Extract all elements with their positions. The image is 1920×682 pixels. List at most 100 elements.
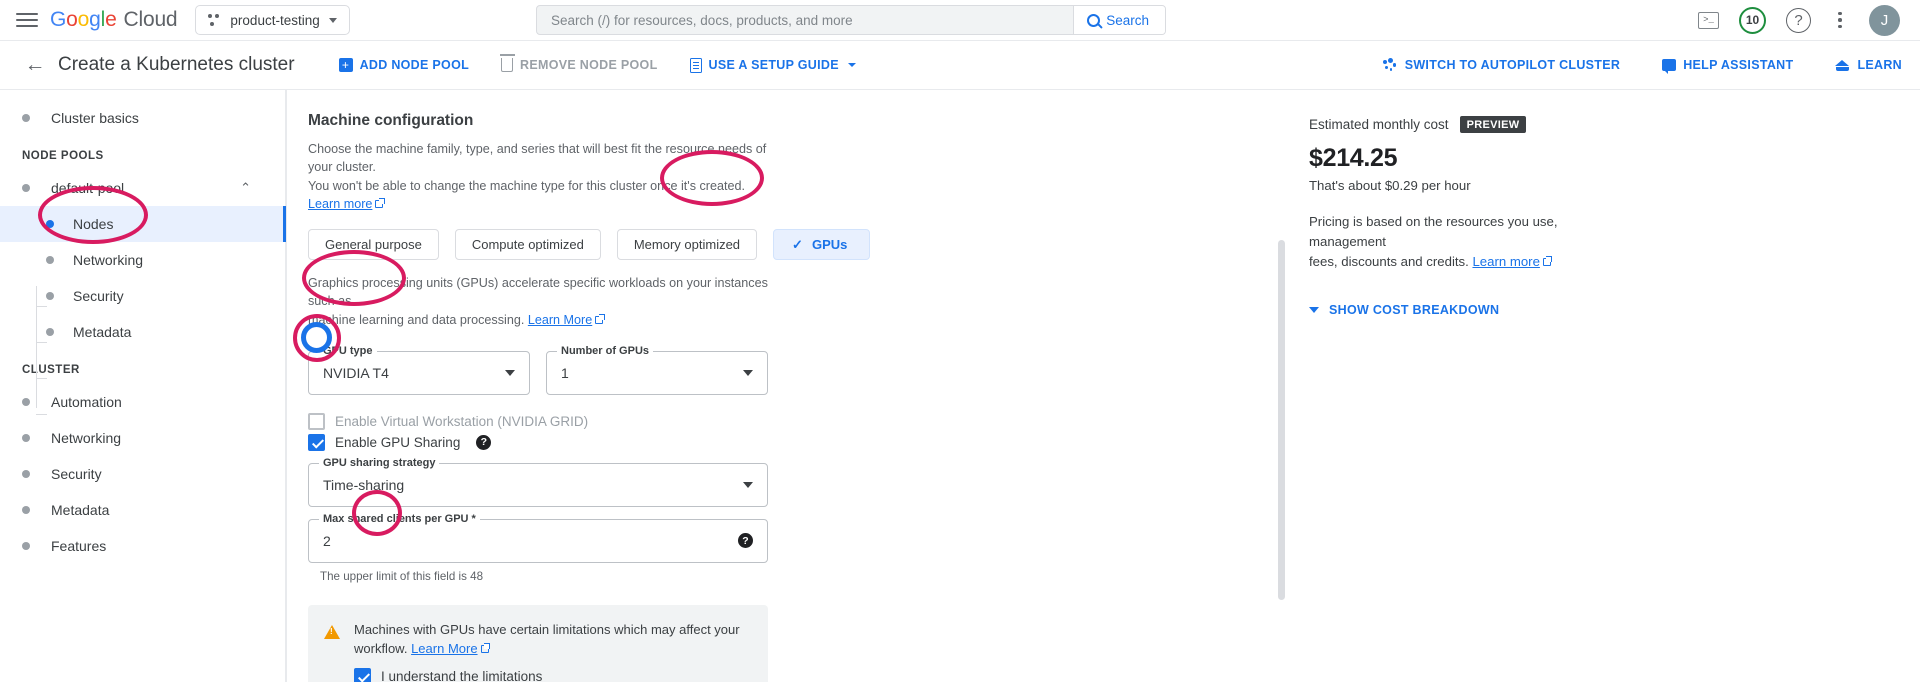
sidebar-item-cluster-security[interactable]: Security [0, 456, 285, 492]
logo-letter-g: G [50, 8, 67, 31]
learn-button[interactable]: LEARN [1835, 58, 1902, 72]
sidebar-item-label: Networking [51, 430, 122, 446]
sidebar-item-automation[interactable]: Automation [0, 384, 285, 420]
number-of-gpus-select[interactable]: Number of GPUs 1 [546, 344, 768, 395]
gpu-sharing-strategy-select[interactable]: GPU sharing strategy Time-sharing [308, 456, 768, 507]
chevron-up-icon[interactable]: ⌃ [240, 180, 251, 196]
use-setup-guide-button[interactable]: USE A SETUP GUIDE [689, 57, 856, 73]
help-icon[interactable]: ? [1786, 7, 1811, 33]
tab-general-purpose[interactable]: General purpose [308, 229, 439, 260]
tab-gpus[interactable]: ✓ GPUs [773, 229, 871, 260]
sidebar-item-cluster-metadata[interactable]: Metadata [0, 492, 285, 528]
sidebar-item-pool-security[interactable]: Security [0, 278, 285, 314]
max-shared-clients-help-icon[interactable]: ? [738, 533, 753, 549]
learn-label: LEARN [1857, 58, 1902, 72]
sidebar-item-pool-metadata[interactable]: Metadata [0, 314, 285, 350]
chevron-down-icon [847, 63, 856, 67]
step-dot-icon [22, 114, 30, 122]
machine-learn-more-link[interactable]: Learn more [308, 197, 372, 211]
sidebar-item-pool-networking[interactable]: Networking [0, 242, 285, 278]
panel-divider [286, 90, 287, 682]
sidebar-item-features[interactable]: Features [0, 528, 285, 564]
search-icon [1087, 13, 1101, 27]
gpu-type-select[interactable]: GPU type NVIDIA T4 [308, 344, 530, 395]
switch-to-autopilot-button[interactable]: SWITCH TO AUTOPILOT CLUSTER [1382, 58, 1621, 72]
sidebar-item-cluster-basics[interactable]: Cluster basics [0, 100, 285, 136]
max-shared-clients-input[interactable]: Max shared clients per GPU * 2 ? [308, 512, 768, 563]
search-bar[interactable]: Search [536, 5, 1166, 35]
warning-learn-more-link[interactable]: Learn More [411, 641, 477, 656]
page-body: Cluster basics NODE POOLS default-pool ⌃… [0, 90, 1920, 682]
machine-family-tabs: General purpose Compute optimized Memory… [308, 229, 1290, 260]
notifications-badge[interactable]: 10 [1739, 6, 1766, 34]
gpu-learn-more-link[interactable]: Learn More [528, 313, 592, 327]
warning-text: Machines with GPUs have certain limitati… [354, 621, 740, 659]
pricing-note-line-2: fees, discounts and credits. [1309, 253, 1473, 269]
understand-limitations-checkbox[interactable] [354, 668, 371, 682]
max-shared-clients-helper-text: The upper limit of this field is 48 [320, 569, 484, 583]
step-dot-icon [46, 292, 54, 300]
max-shared-clients-value: 2 [323, 532, 331, 549]
tab-compute-optimized[interactable]: Compute optimized [454, 229, 601, 260]
gpu-type-value: NVIDIA T4 [323, 364, 389, 381]
document-icon [689, 57, 702, 73]
gpu-field-row: GPU type NVIDIA T4 Number of GPUs 1 [308, 344, 1290, 395]
check-icon: ✓ [792, 236, 803, 252]
back-button[interactable]: ← [18, 48, 52, 82]
search-input[interactable] [537, 6, 1074, 34]
sidebar-item-label: Features [51, 538, 107, 554]
graduation-cap-icon [1835, 59, 1850, 71]
external-link-icon [480, 643, 491, 653]
navigation-menu-icon[interactable] [14, 7, 40, 33]
logo-letter-g2: g [89, 8, 101, 31]
understand-limitations-row[interactable]: I understand the limitations [354, 668, 740, 682]
external-link-icon [595, 314, 605, 324]
virtual-workstation-row[interactable]: Enable Virtual Workstation (NVIDIA GRID) [308, 412, 1290, 430]
chevron-down-icon [743, 369, 753, 376]
terminal-icon: >_ [1698, 11, 1719, 29]
step-dot-icon [22, 542, 30, 550]
understand-limitations-label: I understand the limitations [381, 669, 543, 682]
pricing-learn-more-link[interactable]: Learn more [1472, 254, 1539, 269]
help-assistant-button[interactable]: HELP ASSISTANT [1662, 58, 1793, 74]
action-bar: ← Create a Kubernetes cluster + ADD NODE… [0, 41, 1920, 90]
remove-node-pool-button[interactable]: REMOVE NODE POOL [499, 54, 657, 72]
trash-icon [499, 54, 515, 72]
step-dot-icon [22, 506, 30, 514]
sidebar-item-label: Automation [51, 394, 122, 410]
warning-content: Machines with GPUs have certain limitati… [354, 621, 740, 682]
sidebar-item-label: Metadata [51, 502, 110, 518]
tab-memory-optimized[interactable]: Memory optimized [616, 229, 758, 260]
chevron-down-icon [505, 369, 515, 376]
tree-tick [36, 378, 47, 379]
description-line-2: You won't be able to change the machine … [308, 178, 745, 193]
more-options-icon[interactable] [1831, 11, 1849, 29]
top-bar-actions: >_ 10 ? J [1698, 4, 1906, 36]
machine-configuration-panel: Machine configuration Choose the machine… [286, 90, 1290, 682]
project-name: product-testing [230, 12, 320, 28]
add-node-pool-button[interactable]: + ADD NODE POOL [338, 58, 469, 72]
use-setup-guide-label: USE A SETUP GUIDE [708, 58, 839, 72]
virtual-workstation-checkbox[interactable] [308, 412, 325, 430]
tab-label: GPUs [811, 237, 848, 252]
gpu-sharing-help-icon[interactable]: ? [476, 434, 492, 450]
show-cost-breakdown-label: SHOW COST BREAKDOWN [1329, 303, 1500, 318]
show-cost-breakdown-button[interactable]: SHOW COST BREAKDOWN [1309, 303, 1920, 317]
sidebar-item-cluster-networking[interactable]: Networking [0, 420, 285, 456]
sidebar-item-nodes[interactable]: Nodes [0, 206, 286, 242]
gpu-sharing-row[interactable]: Enable GPU Sharing ? [308, 433, 1290, 451]
enable-gpu-sharing-checkbox[interactable] [308, 433, 325, 451]
search-button[interactable]: Search [1073, 6, 1165, 34]
project-selector[interactable]: product-testing [195, 5, 350, 35]
step-dot-icon [22, 434, 30, 442]
sidebar-item-default-pool[interactable]: default-pool ⌃ [0, 170, 285, 206]
description-line-1: Choose the machine family, type, and ser… [308, 142, 767, 175]
sidebar-item-label: Cluster basics [51, 110, 139, 126]
cloud-shell-button[interactable]: >_ [1698, 11, 1719, 29]
sparkle-icon [1382, 58, 1398, 72]
hourly-cost-text: That's about $0.29 per hour [1309, 178, 1471, 193]
avatar[interactable]: J [1869, 4, 1900, 36]
warning-line-2: workflow. [354, 640, 412, 656]
tab-label: Memory optimized [633, 237, 741, 252]
vertical-scrollbar[interactable] [1278, 240, 1285, 600]
